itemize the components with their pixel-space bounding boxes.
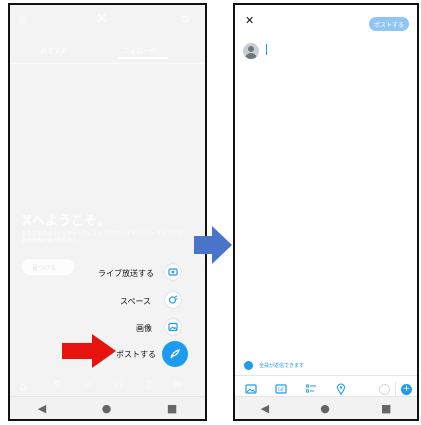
blue-arrow-icon xyxy=(194,226,232,264)
right-phone-screen: ✕ ポストする 全員が返信できます GIF + ◀ ● ■ xyxy=(233,3,419,421)
welcome-title: Xへようこそ。 xyxy=(22,214,111,229)
reply-setting-label[interactable]: 全員が返信できます xyxy=(259,362,304,369)
communities-icon: ⚇ xyxy=(114,380,123,391)
compose-feather-icon xyxy=(170,349,180,359)
find-button[interactable]: 見つける xyxy=(22,259,74,275)
spaces-icon[interactable] xyxy=(165,292,181,308)
character-count-ring xyxy=(379,384,390,395)
grok-icon: ▱ xyxy=(84,380,92,391)
add-thread-icon[interactable]: + xyxy=(401,384,412,395)
back-nav-icon[interactable]: ◀ xyxy=(261,402,269,415)
menu-spaces-label[interactable]: スペース xyxy=(120,296,151,307)
divider xyxy=(10,63,205,64)
tab-indicator xyxy=(118,57,168,59)
divider xyxy=(235,375,417,376)
text-cursor[interactable] xyxy=(266,44,267,55)
x-logo-icon: ✕ xyxy=(96,11,108,27)
home-icon: ⌂ xyxy=(20,380,27,393)
recents-nav-icon[interactable]: ■ xyxy=(167,402,177,415)
messages-icon: ✉ xyxy=(174,380,183,391)
home-nav-icon[interactable]: ● xyxy=(320,402,330,415)
image-icon[interactable] xyxy=(245,383,257,395)
menu-image-label[interactable]: 画像 xyxy=(136,323,152,334)
tab-recommended[interactable]: おすすめ xyxy=(40,46,68,56)
image-icon[interactable] xyxy=(165,319,181,335)
system-nav-bar: ◀ ● ■ xyxy=(10,396,205,419)
profile-avatar-icon: ◎ xyxy=(18,13,28,26)
poll-icon[interactable] xyxy=(305,383,317,395)
compose-post-button[interactable] xyxy=(162,341,188,367)
close-icon[interactable]: ✕ xyxy=(245,14,254,27)
gif-icon[interactable]: GIF xyxy=(275,383,287,395)
welcome-description: おすすめのポストをチェックしよう。アカウントをフォローすることで最新情報を受け取… xyxy=(22,231,182,244)
svg-text:GIF: GIF xyxy=(278,387,285,392)
avatar xyxy=(243,43,259,59)
back-nav-icon[interactable]: ◀ xyxy=(38,402,46,415)
location-icon[interactable] xyxy=(335,383,347,395)
settings-gear-icon: ⚙ xyxy=(180,13,190,26)
divider xyxy=(395,382,396,396)
find-button-label: 見つける xyxy=(32,265,57,272)
search-icon: ⚲ xyxy=(54,380,62,391)
recents-nav-icon[interactable]: ■ xyxy=(381,402,391,415)
post-button[interactable]: ポストする xyxy=(369,17,409,31)
live-broadcast-icon[interactable] xyxy=(165,264,181,280)
menu-live-broadcast-label[interactable]: ライブ放送する xyxy=(98,268,154,279)
tab-following[interactable]: フォロー中 xyxy=(122,46,157,56)
notifications-icon: ♫ xyxy=(144,380,153,391)
home-nav-icon[interactable]: ● xyxy=(102,402,112,415)
globe-icon xyxy=(244,361,253,370)
menu-post-label[interactable]: ポストする xyxy=(116,349,156,360)
red-arrow-icon xyxy=(62,334,116,368)
system-nav-bar: ◀ ● ■ xyxy=(235,396,417,419)
